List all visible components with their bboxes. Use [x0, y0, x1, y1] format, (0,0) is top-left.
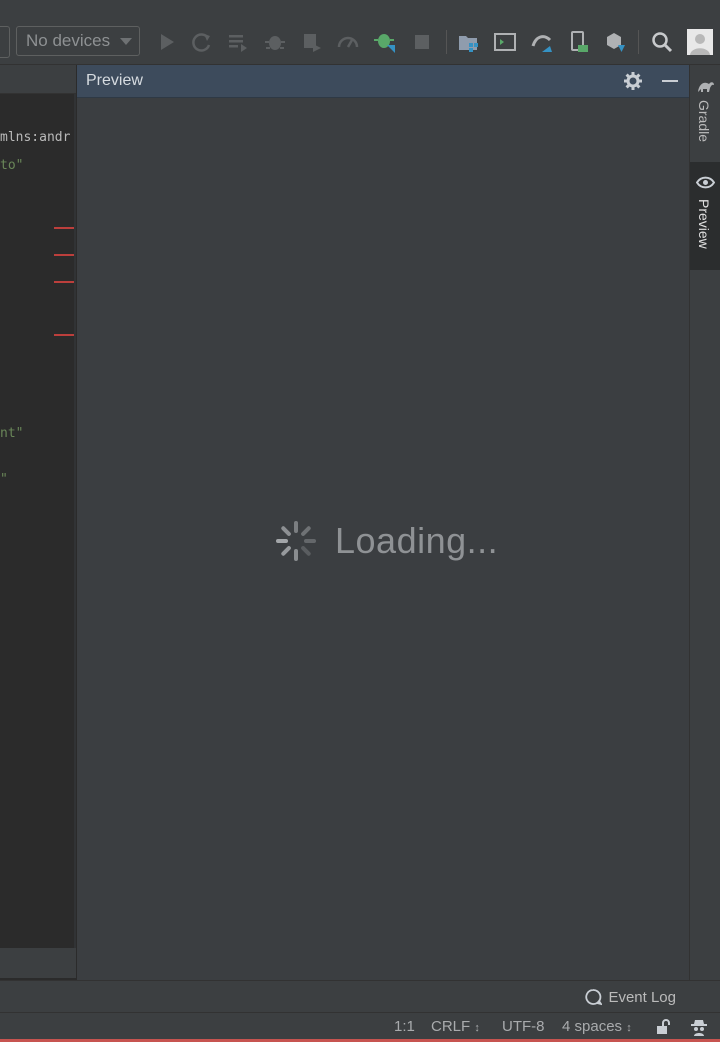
attach-debugger-icon[interactable] — [300, 30, 324, 54]
chevron-down-icon — [120, 38, 132, 45]
debug-attach-icon[interactable] — [373, 30, 397, 54]
status-bar: 1:1 CRLF ↕ UTF-8 4 spaces ↕ — [0, 1012, 720, 1040]
lock-icon[interactable] — [655, 1019, 671, 1035]
error-stripe-mark[interactable] — [54, 281, 74, 283]
preview-title: Preview — [86, 72, 143, 89]
gradle-tool-button[interactable]: Gradle — [690, 65, 720, 160]
preview-panel: Preview Loading... — [76, 65, 690, 980]
device-manager-icon[interactable] — [567, 30, 591, 54]
gradle-label: Gradle — [696, 100, 712, 143]
line-separator-label: CRLF — [431, 1018, 471, 1035]
loading-text: Loading... — [335, 520, 499, 561]
editor-tab-bar — [0, 65, 76, 94]
updown-icon: ↕ — [474, 1022, 480, 1034]
project-structure-icon[interactable] — [457, 30, 481, 54]
search-icon[interactable] — [650, 30, 674, 54]
bottom-tool-bar: Event Log — [0, 980, 720, 1013]
apply-code-changes-icon[interactable] — [226, 30, 250, 54]
error-stripe-mark[interactable] — [54, 254, 74, 256]
minimize-icon[interactable] — [660, 71, 680, 91]
code-editor[interactable]: mlns:andr to" nt" " — [0, 94, 74, 948]
eye-icon — [696, 176, 715, 189]
code-line: mlns:andr — [0, 130, 70, 145]
event-log-button[interactable]: Event Log — [584, 988, 676, 1006]
stop-icon[interactable] — [410, 30, 434, 54]
spinner-icon — [276, 521, 316, 561]
sdk-manager-icon[interactable] — [603, 30, 627, 54]
preview-label: Preview — [696, 199, 712, 249]
device-selector-label: No devices — [26, 31, 111, 50]
toolbar-separator — [446, 30, 447, 54]
event-log-label: Event Log — [608, 988, 676, 1006]
preview-tool-button[interactable]: Preview — [690, 162, 720, 270]
code-line: to" — [0, 158, 24, 173]
encoding-selector[interactable]: UTF-8 — [502, 1018, 545, 1035]
toolbar-separator — [638, 30, 639, 54]
avd-manager-icon[interactable] — [493, 30, 517, 54]
updown-icon: ↕ — [626, 1022, 632, 1034]
config-combo-stub[interactable] — [0, 26, 10, 58]
device-selector[interactable]: No devices — [16, 26, 140, 56]
indent-label: 4 spaces — [562, 1018, 623, 1035]
main-toolbar: No devices — [0, 0, 720, 65]
run-icon[interactable] — [155, 30, 179, 54]
inspector-icon[interactable] — [690, 1018, 708, 1036]
profile-icon[interactable] — [336, 30, 360, 54]
event-log-icon — [585, 989, 603, 1006]
indent-selector[interactable]: 4 spaces ↕ — [562, 1018, 632, 1035]
gear-icon[interactable] — [623, 71, 643, 91]
code-line-text: mlns:andr — [0, 130, 71, 145]
debug-icon[interactable] — [263, 30, 287, 54]
sync-gradle-icon[interactable] — [530, 30, 554, 54]
editor-scroll-footer — [0, 948, 76, 978]
preview-header: Preview — [77, 65, 690, 98]
loading-indicator: Loading... — [275, 520, 498, 562]
code-line: nt" — [0, 426, 24, 441]
line-separator-selector[interactable]: CRLF ↕ — [431, 1018, 480, 1035]
code-line: " — [0, 472, 8, 487]
gradle-icon — [698, 82, 714, 92]
error-stripe-mark[interactable] — [54, 227, 74, 229]
caret-position[interactable]: 1:1 — [394, 1018, 415, 1035]
error-stripe-mark[interactable] — [54, 334, 74, 336]
right-tool-stripe: Gradle Preview — [689, 65, 720, 980]
apply-changes-icon[interactable] — [190, 30, 214, 54]
account-icon[interactable] — [687, 29, 713, 55]
